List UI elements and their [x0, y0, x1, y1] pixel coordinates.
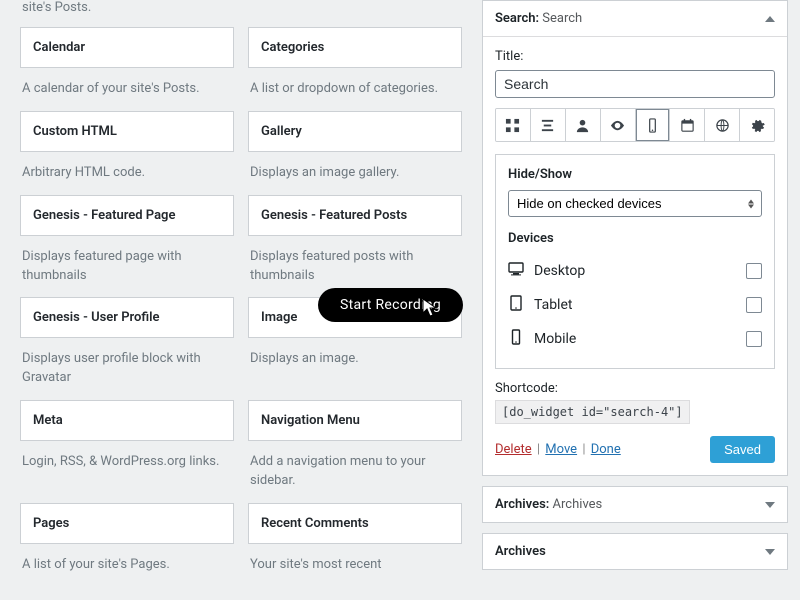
title-label: Title:	[495, 49, 775, 64]
device-name: Mobile	[534, 331, 576, 347]
delete-link[interactable]: Delete	[495, 442, 532, 457]
widget-title: Custom HTML	[33, 124, 117, 139]
widget-desc: Add a navigation menu to your sidebar.	[248, 441, 462, 503]
cursor-icon	[422, 298, 438, 322]
widget-genesis-featured-page[interactable]: Genesis - Featured Page	[20, 195, 234, 236]
widget-desc-cut: site's Posts.	[20, 0, 234, 27]
hideshow-label: Hide/Show	[508, 167, 762, 182]
widget-desc: Your site's most recent	[248, 544, 462, 587]
device-row-desktop: Desktop	[508, 254, 762, 288]
spacer	[248, 0, 462, 27]
done-link[interactable]: Done	[591, 442, 621, 457]
globe-icon[interactable]	[705, 109, 740, 141]
shortcode-label: Shortcode:	[495, 381, 775, 396]
widget-archives-header-2[interactable]: Archives	[483, 534, 787, 569]
hideshow-select[interactable]: Hide on checked devices	[508, 190, 762, 217]
phone-icon[interactable]	[636, 109, 671, 141]
widget-search-body: Title:	[483, 37, 787, 475]
separator: |	[537, 442, 540, 457]
widget-search-header[interactable]: Search: Search	[483, 1, 787, 37]
widget-archives-panel-2: Archives	[482, 533, 788, 570]
start-recording-button[interactable]: Start Recording	[318, 288, 463, 322]
widget-title: Pages	[33, 516, 69, 531]
panel-header-name: Archives	[553, 497, 603, 512]
user-icon[interactable]	[566, 109, 601, 141]
widget-genesis-user-profile[interactable]: Genesis - User Profile	[20, 297, 234, 338]
widget-recent-comments[interactable]: Recent Comments	[248, 503, 462, 544]
tablet-icon	[508, 295, 524, 315]
widget-archives-header-1[interactable]: Archives: Archives	[483, 487, 787, 522]
panel-header-prefix: Archives:	[495, 497, 549, 512]
widget-calendar[interactable]: Calendar	[20, 27, 234, 68]
panel-header-prefix: Search:	[495, 11, 539, 26]
widget-title: Genesis - Featured Posts	[261, 208, 407, 223]
widget-navigation-menu[interactable]: Navigation Menu	[248, 400, 462, 441]
widget-desc: A list of your site's Pages.	[20, 544, 234, 587]
widget-action-links: Delete | Move | Done	[495, 442, 621, 457]
device-row-mobile: Mobile	[508, 322, 762, 356]
chevron-up-icon	[765, 16, 775, 22]
mobile-icon	[508, 329, 524, 349]
device-tablet-checkbox[interactable]	[746, 297, 762, 313]
widget-pages[interactable]: Pages	[20, 503, 234, 544]
widget-title: Genesis - Featured Page	[33, 208, 175, 223]
widget-desc: Displays user profile block with Gravata…	[20, 338, 234, 400]
widget-title: Categories	[261, 40, 324, 55]
move-link[interactable]: Move	[545, 442, 577, 457]
widget-desc: Arbitrary HTML code.	[20, 152, 234, 195]
calendar-icon[interactable]	[670, 109, 705, 141]
widget-search-panel: Search: Search Title:	[482, 0, 788, 476]
device-visibility-box: Hide/Show Hide on checked devices Device…	[495, 154, 775, 369]
widget-genesis-featured-posts[interactable]: Genesis - Featured Posts	[248, 195, 462, 236]
sidebar-area: Search: Search Title:	[482, 0, 800, 600]
widget-desc: A list or dropdown of categories.	[248, 68, 462, 111]
widget-meta[interactable]: Meta	[20, 400, 234, 441]
widget-footer: Delete | Move | Done Saved	[495, 436, 775, 463]
device-desktop-checkbox[interactable]	[746, 263, 762, 279]
widget-categories[interactable]: Categories	[248, 27, 462, 68]
icon-tabs	[495, 108, 775, 142]
widget-title: Calendar	[33, 40, 85, 55]
separator: |	[582, 442, 585, 457]
devices-label: Devices	[508, 231, 762, 246]
panel-header-name: Archives	[495, 544, 546, 559]
widget-archives-panel-1: Archives: Archives	[482, 486, 788, 523]
device-name: Desktop	[534, 263, 585, 279]
widget-desc: Displays an image.	[248, 338, 462, 400]
widget-desc: Displays featured page with thumbnails	[20, 236, 234, 298]
widget-title: Navigation Menu	[261, 413, 360, 428]
widget-desc: A calendar of your site's Posts.	[20, 68, 234, 111]
device-row-tablet: Tablet	[508, 288, 762, 322]
widget-custom-html[interactable]: Custom HTML	[20, 111, 234, 152]
device-name: Tablet	[534, 297, 572, 313]
widget-title: Gallery	[261, 124, 302, 139]
saved-button[interactable]: Saved	[710, 436, 775, 463]
widget-title: Recent Comments	[261, 516, 369, 531]
widget-title: Genesis - User Profile	[33, 310, 160, 325]
device-mobile-checkbox[interactable]	[746, 331, 762, 347]
widget-desc: Login, RSS, & WordPress.org links.	[20, 441, 234, 503]
shortcode-value: [do_widget id="search-4"]	[495, 400, 690, 424]
widget-title: Meta	[33, 413, 63, 428]
widget-desc: Displays an image gallery.	[248, 152, 462, 195]
align-icon[interactable]	[531, 109, 566, 141]
grid-icon[interactable]	[496, 109, 531, 141]
eye-icon[interactable]	[601, 109, 636, 141]
title-input[interactable]	[495, 70, 775, 98]
chevron-down-icon	[765, 549, 775, 555]
panel-header-name: Search	[542, 11, 582, 26]
widget-title: Image	[261, 310, 297, 325]
chevron-down-icon	[765, 502, 775, 508]
desktop-icon	[508, 261, 524, 281]
gear-icon[interactable]	[740, 109, 774, 141]
widget-gallery[interactable]: Gallery	[248, 111, 462, 152]
